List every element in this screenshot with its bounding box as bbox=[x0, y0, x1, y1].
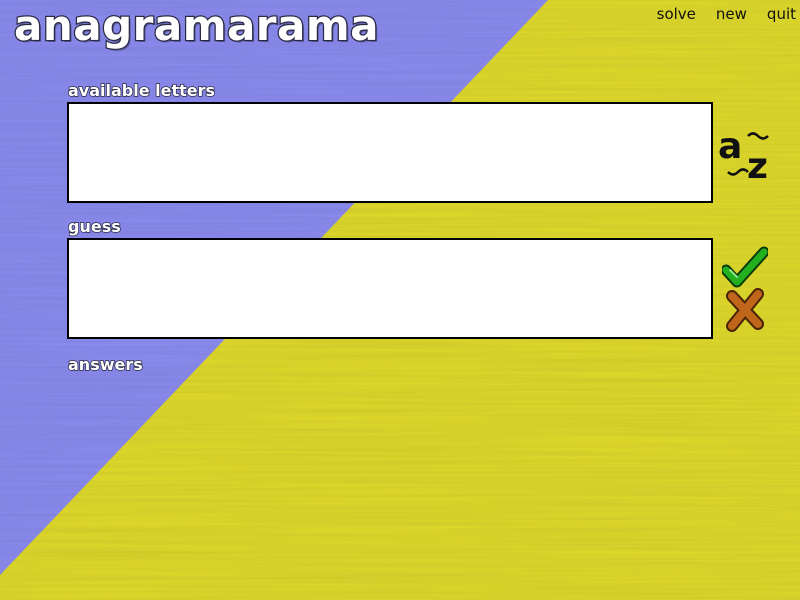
app-title: anagramarama bbox=[13, 1, 380, 50]
cross-icon[interactable] bbox=[724, 288, 766, 336]
top-menu: solve new quit bbox=[657, 5, 796, 23]
svg-text:z: z bbox=[747, 146, 768, 182]
quit-button[interactable]: quit bbox=[767, 5, 796, 23]
shuffle-az-icon[interactable]: a z bbox=[716, 126, 778, 187]
solve-button[interactable]: solve bbox=[657, 5, 696, 23]
guess-label: guess bbox=[67, 217, 121, 236]
available-letters-box[interactable] bbox=[67, 102, 713, 203]
svg-text:a: a bbox=[718, 126, 742, 167]
guess-box[interactable] bbox=[67, 238, 713, 339]
check-icon[interactable] bbox=[720, 246, 770, 292]
available-letters-label: available letters bbox=[67, 81, 216, 100]
new-game-button[interactable]: new bbox=[716, 5, 747, 23]
answers-label: answers bbox=[67, 355, 143, 374]
